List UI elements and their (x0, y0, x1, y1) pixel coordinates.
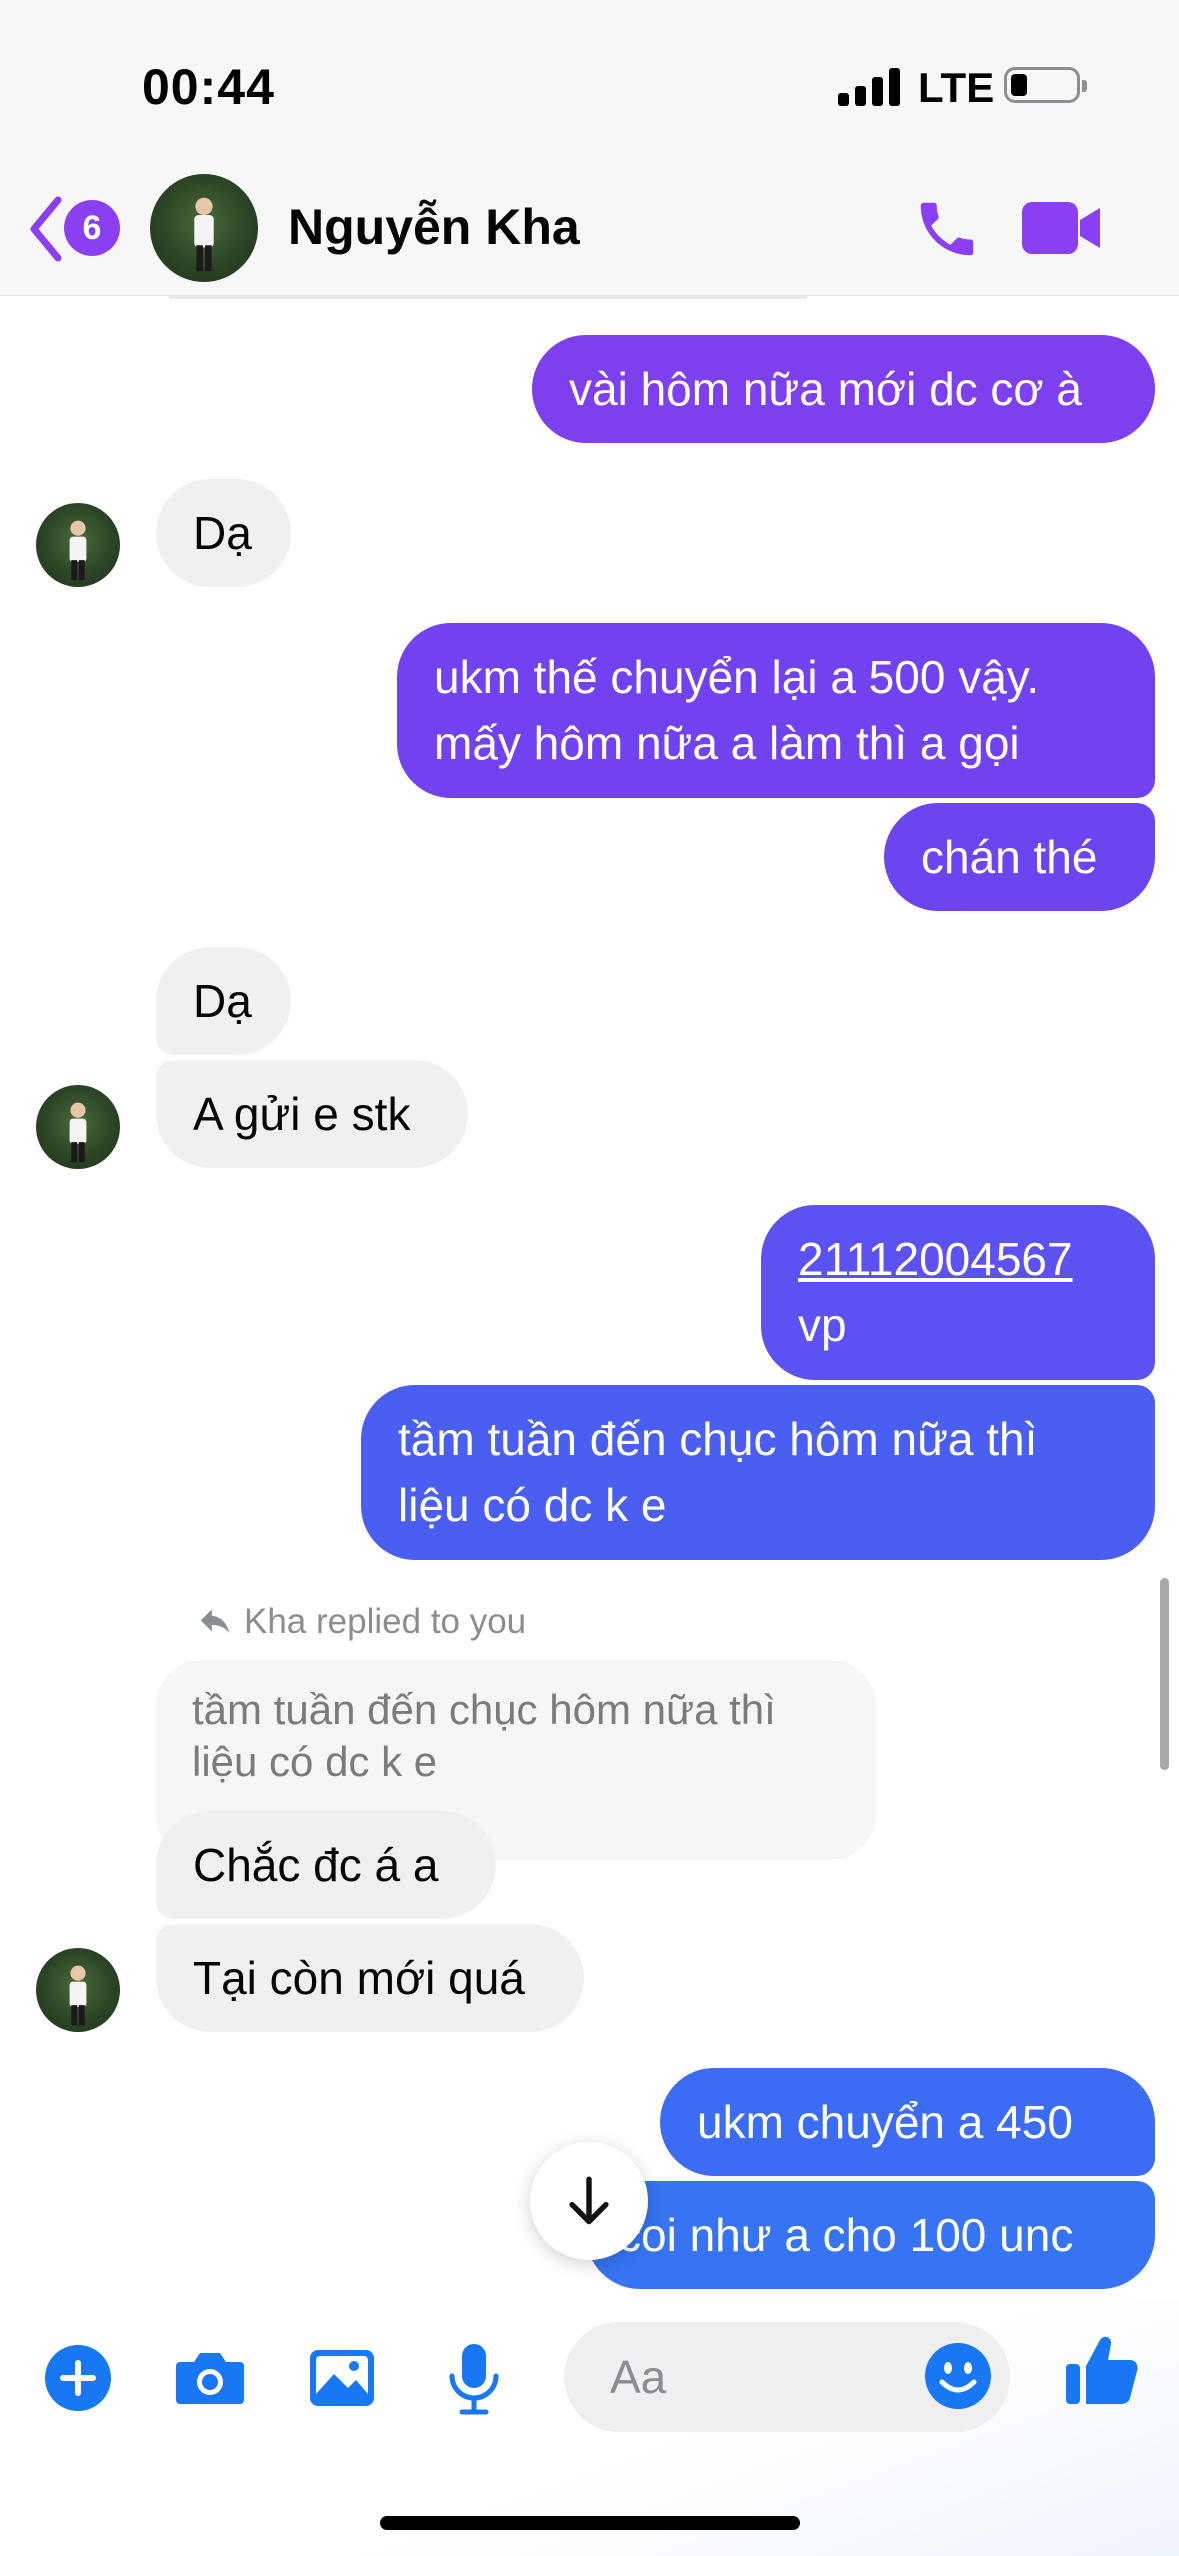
message-bubble-outgoing[interactable]: 21112004567 vp (761, 1205, 1155, 1380)
camera-button[interactable] (170, 2338, 250, 2418)
message-bubble-outgoing[interactable]: ukm thế chuyển lại a 500 vậy. mấy hôm nữ… (397, 623, 1155, 798)
back-button[interactable]: 6 (26, 190, 126, 270)
video-camera-icon (1022, 202, 1100, 254)
gallery-button[interactable] (302, 2338, 382, 2418)
signal-strength-icon (838, 66, 900, 106)
image-icon (310, 2350, 374, 2406)
message-bubble-outgoing[interactable]: vài hôm nữa mới dc cơ à (532, 335, 1155, 443)
chevron-left-icon (30, 196, 62, 262)
sender-avatar[interactable] (36, 1085, 120, 1169)
contact-name[interactable]: Nguyễn Kha (288, 198, 580, 256)
sender-avatar[interactable] (36, 503, 120, 587)
more-actions-button[interactable] (38, 2338, 118, 2418)
phone-icon (920, 202, 974, 256)
arrow-down-icon (569, 2176, 609, 2225)
message-bubble-outgoing[interactable]: ukm chuyển a 450 (660, 2068, 1155, 2176)
message-bubble-incoming[interactable]: Dạ (156, 947, 291, 1055)
message-bubble-incoming[interactable]: A gửi e stk (156, 1060, 468, 1168)
message-bubble-incoming[interactable]: Chắc đc á a (156, 1811, 496, 1919)
unread-badge: 6 (64, 200, 120, 256)
scroll-to-bottom-button[interactable] (530, 2142, 648, 2260)
emoji-button[interactable] (922, 2340, 994, 2412)
smiley-icon (925, 2343, 991, 2409)
conversation-header: 6 Nguyễn Kha (0, 170, 1179, 296)
message-bubble-incoming[interactable]: Dạ (156, 479, 291, 587)
status-time: 00:44 (142, 59, 275, 115)
previous-message-edge (168, 295, 808, 299)
network-type: LTE (918, 64, 995, 111)
message-bubble-incoming[interactable]: Tại còn mới quá (156, 1924, 584, 2032)
message-bubble-outgoing[interactable]: coi như a cho 100 unc (586, 2181, 1155, 2289)
sender-avatar[interactable] (36, 1948, 120, 2032)
microphone-icon (449, 2344, 499, 2415)
home-indicator[interactable] (380, 2516, 800, 2530)
like-button[interactable] (1062, 2330, 1142, 2410)
message-bubble-outgoing[interactable]: chán thé (884, 803, 1155, 911)
battery-icon (1004, 67, 1087, 103)
camera-icon (176, 2353, 244, 2404)
video-call-button[interactable] (1020, 198, 1102, 258)
thumbs-up-icon (1066, 2336, 1138, 2404)
plus-circle-icon (45, 2345, 111, 2411)
account-number-link[interactable]: 21112004567 (798, 1226, 1118, 1292)
reply-arrow-icon (200, 1609, 230, 1634)
contact-avatar[interactable] (150, 174, 258, 282)
voice-record-button[interactable] (434, 2338, 514, 2418)
status-bar: 00:44 LTE (0, 0, 1179, 170)
message-input[interactable]: Aa (564, 2322, 1010, 2432)
scroll-indicator[interactable] (1160, 1578, 1169, 1770)
message-list[interactable]: vài hôm nữa mới dc cơ à Dạ ukm thế chuyể… (0, 295, 1179, 2295)
message-bubble-outgoing[interactable]: tầm tuần đến chục hôm nữa thì liệu có dc… (361, 1385, 1155, 1560)
voice-call-button[interactable] (912, 194, 982, 264)
message-input-placeholder: Aa (610, 2351, 667, 2403)
reply-indicator: Kha replied to you (196, 1602, 526, 1642)
